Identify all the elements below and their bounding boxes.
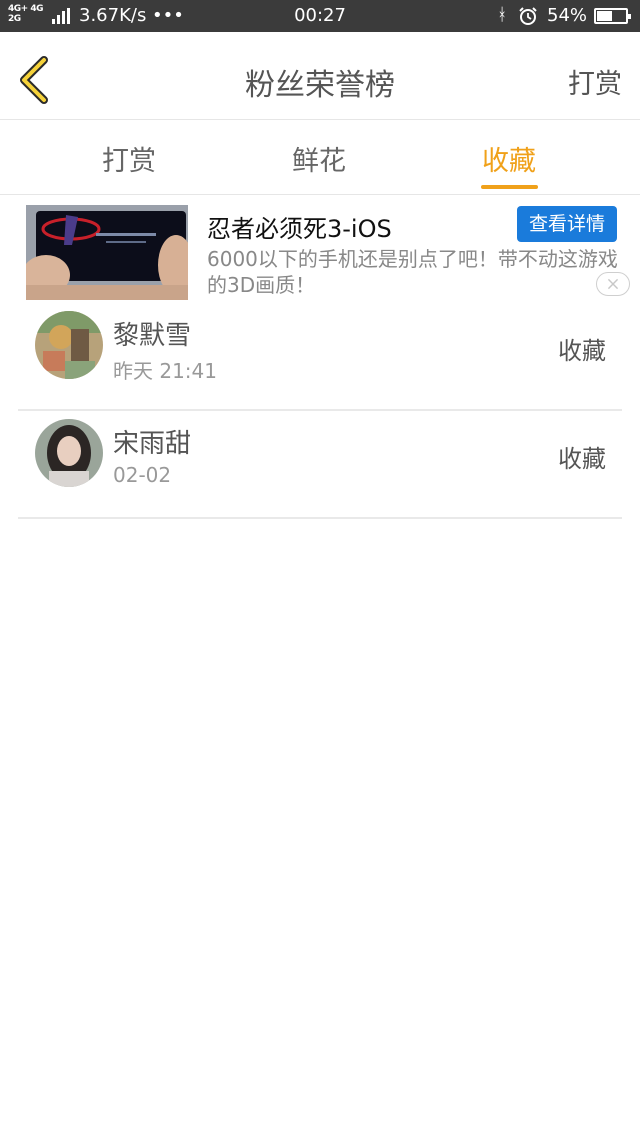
action-label: 收藏 [558,445,606,473]
list-item[interactable]: 宋雨甜 02-02 收藏 [18,411,622,519]
navigation-header: 粉丝荣誉榜 打赏 [0,32,640,120]
avatar [35,419,103,487]
list-item[interactable]: 黎默雪 昨天 21:41 收藏 [18,303,622,411]
status-bar: 4G+ 4G 2G 3.67K/s ••• 00:27 ᚼ 54% [0,0,640,32]
battery-fill [597,11,612,21]
reward-button[interactable]: 打赏 [568,62,622,101]
bluetooth-icon: ᚼ [497,5,508,25]
ad-banner[interactable]: 忍者必须死3-iOS 查看详情 6000以下的手机还是别点了吧！带不动这游戏的3… [0,197,640,303]
ad-details-button[interactable]: 查看详情 [517,206,617,242]
ad-title: 忍者必须死3-iOS [207,215,392,243]
tab-reward[interactable]: 打赏 [102,139,156,178]
battery-percent: 54% [547,5,588,26]
active-tab-indicator [481,185,538,189]
action-label: 收藏 [558,337,606,365]
favorites-list: 黎默雪 昨天 21:41 收藏 宋雨甜 02-02 收藏 [0,303,640,519]
page-title: 粉丝荣誉榜 [245,68,395,103]
user-name: 黎默雪 [113,321,192,351]
tab-favorites[interactable]: 收藏 [482,139,536,178]
battery-icon [594,8,631,24]
battery-nub [628,14,631,19]
tab-bar: 打赏 鲜花 收藏 [0,121,640,195]
ad-description: 6000以下的手机还是别点了吧！带不动这游戏的3D画质！ [207,247,618,297]
timestamp: 昨天 21:41 [113,359,217,383]
status-time: 00:27 [294,5,346,26]
ad-close-icon[interactable] [596,272,630,296]
user-name: 宋雨甜 [113,429,192,459]
ad-thumbnail-image [26,205,188,300]
avatar [35,311,103,379]
timestamp: 02-02 [113,463,172,487]
alarm-icon [519,7,537,25]
tab-flowers[interactable]: 鲜花 [292,139,346,178]
